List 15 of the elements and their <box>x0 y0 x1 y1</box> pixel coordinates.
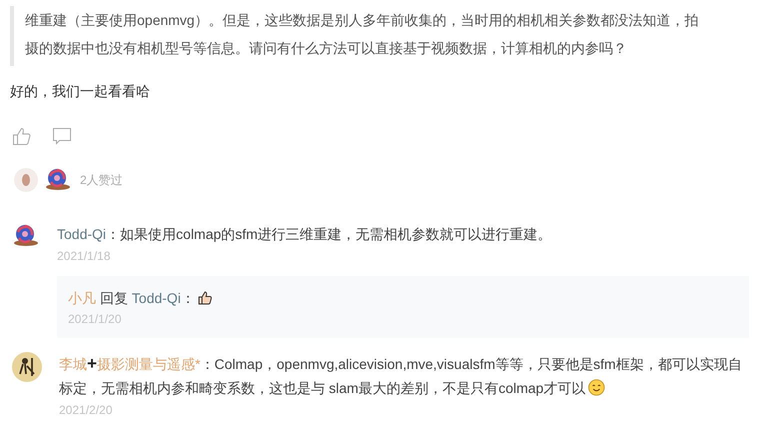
thumbs-up-icon[interactable] <box>12 126 32 146</box>
avatar-icon <box>14 168 38 192</box>
like-count: 2人赞过 <box>80 172 123 189</box>
comment-text: Todd-Qi：如果使用colmap的sfm进行三维重建，无需相机参数就可以进行重建。 <box>57 225 553 244</box>
smiley-icon <box>588 379 605 396</box>
quote-line: 维重建（主要使用openmvg）。但是，这些数据是别人多年前收集的，当时用的相机相关参数都没法知道，拍 <box>25 11 700 30</box>
comment-date: 2021/1/18 <box>57 248 112 265</box>
comment-icon[interactable] <box>52 126 72 146</box>
thumbs-up-icon <box>196 290 213 306</box>
person-avatar-icon <box>12 352 42 382</box>
comment-text: 李城+摄影测量与遥感*：Colmap，openmvg,alicevision,mve,visualsfm等等，只要他是sfm框架，都可以实现自标定，无需相机内参和畸变系数，这也是与 slam最大的差别，不是只有colmap才可以 <box>59 353 743 398</box>
answer-text: 好的，我们一起看看哈 <box>10 82 151 101</box>
comment-date: 2021/2/20 <box>59 402 114 419</box>
reply-text: 小凡 回复 Todd-Qi： <box>68 287 738 309</box>
quote-line: 摄的数据中也没有相机型号等信息。请问有什么方法可以直接基于视频数据，计算相机的内参吗？ <box>25 39 628 58</box>
